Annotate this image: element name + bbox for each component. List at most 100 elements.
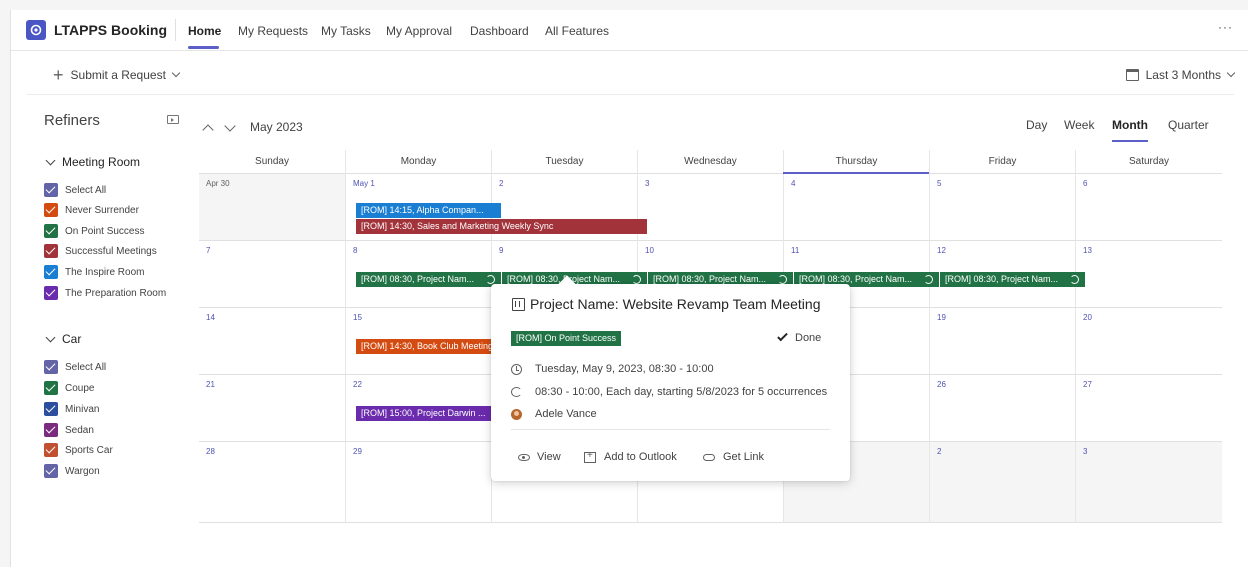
weekday-label: Sunday (255, 156, 289, 167)
day-number: 10 (645, 246, 654, 255)
refiner-group-car[interactable]: Car (45, 332, 82, 346)
day-number: 6 (1083, 179, 1088, 188)
refiner-never-surrender[interactable]: Never Surrender (44, 202, 139, 218)
day-number: 4 (791, 179, 796, 188)
day-number: 27 (1083, 380, 1092, 389)
view-day[interactable]: Day (1026, 118, 1047, 132)
day-cell[interactable]: 2 (929, 442, 1075, 523)
event-alpha-company[interactable]: [ROM] 14:15, Alpha Compan... (356, 203, 501, 218)
view-label: View (537, 451, 561, 463)
view-quarter[interactable]: Quarter (1168, 118, 1209, 132)
refiner-sports-car[interactable]: Sports Car (44, 442, 113, 458)
refiner-select-all-rooms[interactable]: Select All (44, 182, 106, 198)
day-cell[interactable]: 29 (345, 442, 491, 523)
event-project-recurring[interactable]: [ROM] 08:30, Project Nam... (940, 272, 1085, 287)
view-button[interactable]: View (518, 451, 561, 463)
day-cell[interactable]: 4 (783, 174, 929, 241)
refiner-minivan[interactable]: Minivan (44, 401, 99, 417)
refiner-on-point-success[interactable]: On Point Success (44, 223, 144, 239)
tab-all-features[interactable]: All Features (545, 24, 609, 38)
day-cell[interactable]: 13 (1075, 241, 1222, 308)
command-bar: + Submit a Request Last 3 Months (27, 57, 1236, 95)
day-cell[interactable]: 6 (1075, 174, 1222, 241)
chevron-down-icon (45, 155, 56, 165)
popup-title: Project Name: Website Revamp Team Meetin… (530, 296, 821, 312)
tab-my-tasks[interactable]: My Tasks (321, 24, 371, 38)
event-project-recurring[interactable]: [ROM] 08:30, Project Nam... (356, 272, 501, 287)
weekday-label: Wednesday (637, 150, 783, 174)
submit-request-label: Submit a Request (70, 68, 166, 82)
recurring-icon (486, 275, 495, 284)
day-cell[interactable]: 27 (1075, 375, 1222, 442)
event-project-darwin[interactable]: [ROM] 15:00, Project Darwin ... (356, 406, 501, 421)
checkbox-checked-icon (44, 443, 58, 457)
calendar-add-icon (584, 450, 596, 463)
day-cell[interactable]: 28 (199, 442, 345, 523)
refiner-successful-meetings[interactable]: Successful Meetings (44, 243, 157, 259)
day-cell[interactable]: 20 (1075, 308, 1222, 375)
day-cell[interactable]: 26 (929, 375, 1075, 442)
tab-home[interactable]: Home (188, 24, 221, 38)
event-book-club[interactable]: [ROM] 14:30, Book Club Meeting (356, 339, 501, 354)
date-range-dropdown[interactable]: Last 3 Months (1125, 68, 1236, 82)
add-to-outlook-button[interactable]: Add to Outlook (584, 450, 677, 463)
more-options-icon[interactable]: ··· (1218, 20, 1233, 34)
refiner-label: The Preparation Room (65, 287, 167, 299)
recurring-icon (924, 275, 933, 284)
view-month[interactable]: Month (1112, 118, 1148, 132)
event-details-popup: Project Name: Website Revamp Team Meetin… (491, 275, 850, 481)
tab-dashboard[interactable]: Dashboard (470, 24, 529, 38)
refiner-label: Select All (65, 361, 107, 373)
day-cell[interactable]: 3 (637, 174, 783, 241)
refiner-group-meeting-room[interactable]: Meeting Room (45, 155, 141, 169)
refiner-label: Coupe (65, 382, 95, 394)
tab-my-requests[interactable]: My Requests (238, 24, 308, 38)
refiner-inspire-room[interactable]: The Inspire Room (44, 264, 144, 280)
day-number: 3 (645, 179, 650, 188)
day-number: May 1 (353, 179, 375, 188)
refiner-label: On Point Success (65, 225, 145, 237)
refiner-wargon[interactable]: Wargon (44, 463, 100, 479)
day-cell[interactable]: 5 (929, 174, 1075, 241)
recurrence-icon (511, 387, 522, 397)
event-label: [ROM] 08:30, Project Nam... (361, 274, 475, 284)
day-cell[interactable]: 21 (199, 375, 345, 442)
chevron-down-icon (1226, 68, 1236, 78)
refiner-preparation-room[interactable]: The Preparation Room (44, 285, 166, 301)
day-number: 2 (499, 179, 504, 188)
plus-icon: + (53, 65, 64, 85)
get-link-button[interactable]: Get Link (703, 451, 764, 463)
refiner-select-all-cars[interactable]: Select All (44, 359, 106, 375)
day-number: 28 (206, 447, 215, 456)
day-number: 21 (206, 380, 215, 389)
tab-my-approval[interactable]: My Approval (386, 24, 452, 38)
event-sales-marketing-sync[interactable]: [ROM] 14:30, Sales and Marketing Weekly … (356, 219, 647, 234)
divider (511, 429, 830, 430)
calendar-navigation: May 2023 (202, 119, 303, 136)
refiner-group-label: Car (62, 332, 82, 346)
refiner-sedan[interactable]: Sedan (44, 422, 94, 438)
day-cell[interactable]: 14 (199, 308, 345, 375)
add-to-outlook-label: Add to Outlook (604, 451, 677, 463)
refiner-group-label: Meeting Room (62, 155, 141, 169)
organizer-name: Adele Vance (535, 408, 597, 420)
day-cell[interactable]: 19 (929, 308, 1075, 375)
day-number: 12 (937, 246, 946, 255)
day-cell[interactable]: Apr 30 (199, 174, 345, 241)
weekday-label: Thursday (783, 150, 929, 174)
done-status[interactable]: Done (777, 330, 821, 344)
day-cell[interactable]: 7 (199, 241, 345, 308)
refiner-coupe[interactable]: Coupe (44, 380, 94, 396)
chevron-up-icon[interactable] (202, 123, 214, 136)
submit-request-button[interactable]: + Submit a Request (53, 65, 181, 85)
day-cell[interactable]: 3 (1075, 442, 1222, 523)
checkbox-checked-icon (44, 286, 58, 300)
view-week[interactable]: Week (1064, 118, 1094, 132)
recurring-icon (1070, 275, 1079, 284)
chevron-down-icon[interactable] (224, 119, 236, 132)
checkbox-checked-icon (44, 360, 58, 374)
checkbox-checked-icon (44, 244, 58, 258)
room-badge: [ROM] On Point Success (511, 331, 622, 346)
datetime-text: Tuesday, May 9, 2023, 08:30 - 10:00 (535, 363, 714, 375)
collapse-panel-icon[interactable] (167, 115, 179, 124)
